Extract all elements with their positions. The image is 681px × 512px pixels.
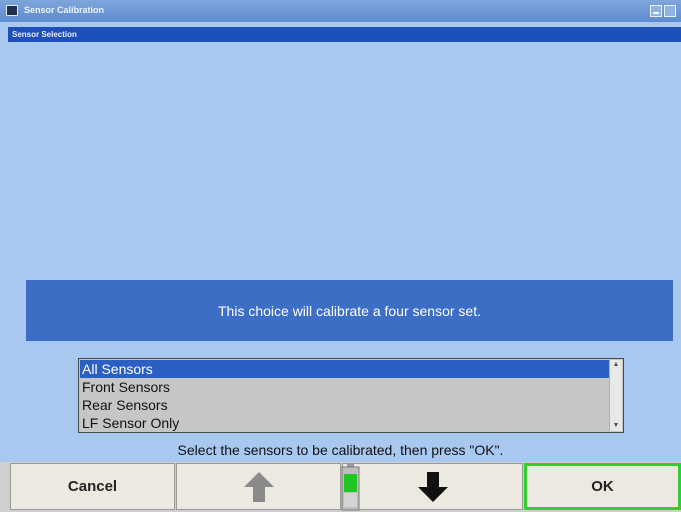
list-item-all-sensors[interactable]: All Sensors — [80, 360, 609, 378]
sensor-listbox[interactable]: All Sensors Front Sensors Rear Sensors L… — [78, 358, 624, 433]
close-button[interactable] — [664, 5, 676, 17]
list-item-rear-sensors[interactable]: Rear Sensors — [80, 396, 609, 414]
app-icon — [6, 5, 18, 16]
window-title: Sensor Calibration — [24, 5, 105, 15]
minimize-button[interactable] — [650, 5, 662, 17]
list-item-front-sensors[interactable]: Front Sensors — [80, 378, 609, 396]
ok-button[interactable]: OK — [524, 463, 681, 510]
scroll-up-icon[interactable]: ▲ — [610, 360, 622, 370]
message-banner: This choice will calibrate a four sensor… — [26, 280, 673, 341]
minimize-icon — [653, 12, 659, 14]
cancel-button[interactable]: Cancel — [10, 463, 175, 510]
down-button[interactable] — [342, 463, 523, 510]
panel-title: Sensor Selection — [12, 30, 77, 39]
down-arrow-icon — [417, 471, 448, 502]
up-arrow-icon — [243, 471, 274, 502]
instruction-text: Select the sensors to be calibrated, the… — [177, 442, 504, 458]
up-button[interactable] — [176, 463, 341, 510]
panel-title-bar: Sensor Selection — [8, 27, 681, 42]
cancel-button-label: Cancel — [67, 478, 118, 495]
message-text: This choice will calibrate a four sensor… — [218, 302, 481, 319]
list-item-lf-sensor-only[interactable]: LF Sensor Only — [80, 414, 609, 432]
battery-icon — [341, 463, 360, 511]
scroll-down-icon[interactable]: ▼ — [610, 421, 622, 431]
window-title-bar: Sensor Calibration — [0, 0, 681, 22]
ok-button-label: OK — [591, 478, 614, 495]
